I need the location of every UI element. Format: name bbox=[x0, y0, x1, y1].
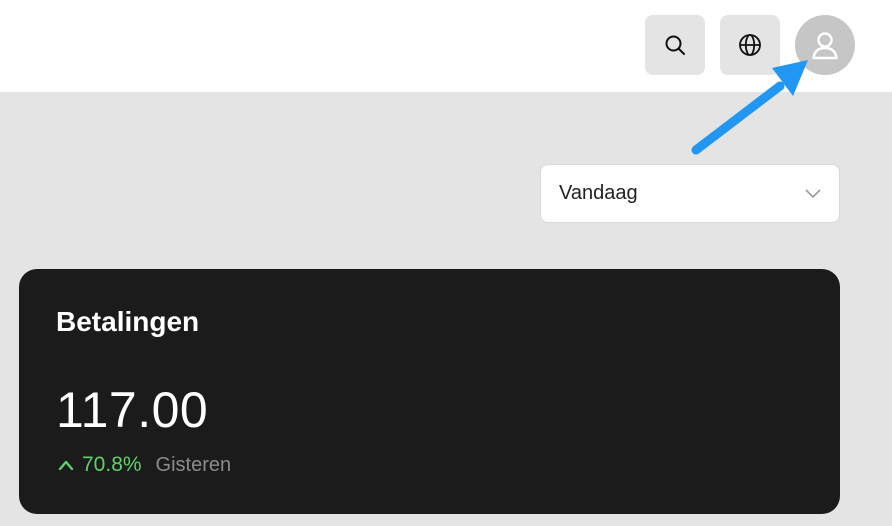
payments-card: Betalingen 117.00 70.8% Gisteren bbox=[19, 269, 840, 514]
period-select-value: Vandaag bbox=[559, 182, 638, 204]
chevron-down-icon bbox=[805, 188, 821, 198]
chevron-up-icon bbox=[58, 460, 74, 470]
trend-indicator: 70.8% Gisteren bbox=[58, 453, 231, 477]
period-select[interactable]: Vandaag bbox=[540, 164, 840, 223]
annotation-arrow-icon bbox=[691, 60, 808, 155]
card-title: Betalingen bbox=[56, 306, 200, 337]
change-percent: 70.8% bbox=[82, 453, 142, 476]
comparison-label: Gisteren bbox=[155, 453, 232, 476]
payments-value: 117.00 bbox=[56, 382, 209, 438]
